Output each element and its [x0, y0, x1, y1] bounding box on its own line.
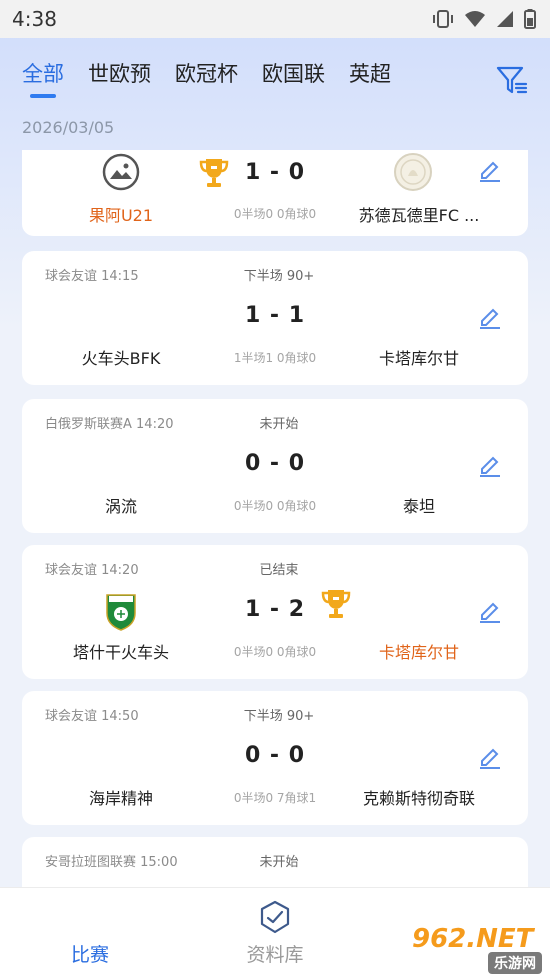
away-team: 苏德瓦德里FC ...: [358, 206, 480, 225]
vibrate-icon: [433, 10, 453, 28]
edit-icon[interactable]: [478, 158, 502, 182]
match-status: 下半场 90+: [243, 269, 315, 284]
nav-matches-label: 比赛: [70, 944, 109, 966]
match-status: 下半场 90+: [243, 709, 315, 724]
club-crest-faded-icon: [394, 153, 432, 191]
halftime-corner-info: 0半场0 0角球0: [233, 645, 317, 659]
halftime-corner-info: 1半场1 0角球0: [233, 351, 317, 365]
match-card[interactable]: 球会友谊 14:20 已结束 1 - 2 塔什干火车头 0半场0 0角球0 卡塔…: [22, 545, 528, 679]
score: 1 - 0: [244, 160, 306, 185]
filter-icon[interactable]: [494, 62, 530, 98]
league-time: 球会友谊 14:15: [45, 269, 139, 284]
score: 0 - 0: [244, 451, 306, 476]
league-time: 白俄罗斯联赛A 14:20: [45, 417, 174, 432]
status-time: 4:38: [12, 7, 57, 31]
tab-premier-league[interactable]: 英超: [349, 58, 391, 88]
tab-all[interactable]: 全部: [22, 58, 64, 98]
home-team: 海岸精神: [88, 789, 153, 808]
away-team: 泰坦: [402, 497, 435, 516]
home-team: 果阿U21: [88, 206, 154, 225]
wifi-icon: [465, 11, 485, 27]
image-placeholder-icon: [102, 153, 140, 191]
match-status: 已结束: [259, 563, 299, 578]
league-tabs: 全部 世欧预 欧冠杯 欧国联 英超: [22, 58, 530, 102]
away-team: 克赖斯特彻奇联: [362, 789, 475, 808]
home-team: 火车头BFK: [81, 349, 161, 368]
match-card[interactable]: 安哥拉班图联赛 15:00 未开始: [22, 837, 528, 887]
nav-library-label: 资料库: [246, 944, 304, 966]
edit-icon[interactable]: [478, 305, 502, 329]
match-status: 未开始: [259, 417, 299, 432]
away-team: 卡塔库尔甘: [378, 643, 459, 662]
match-card[interactable]: 球会友谊 14:15 下半场 90+ 1 - 1 火车头BFK 1半场1 0角球…: [22, 251, 528, 385]
trophy-icon: [321, 590, 351, 618]
away-team: 卡塔库尔甘: [378, 349, 459, 368]
halftime-corner-info: 0半场0 7角球1: [233, 791, 317, 805]
score: 1 - 2: [244, 597, 306, 622]
green-shield-crest-icon: [106, 594, 136, 631]
match-status: 未开始: [259, 855, 299, 870]
score: 0 - 0: [244, 743, 306, 768]
watermark-brand: 962.NET: [412, 924, 534, 954]
home-team: 涡流: [104, 497, 137, 516]
status-icons: [432, 9, 536, 29]
signal-icon: [497, 11, 513, 27]
league-time: 球会友谊 14:50: [45, 709, 139, 724]
match-list[interactable]: 1 - 0 果阿U21 0半场0 0角球0 苏德瓦德里FC ... 球会友谊 1…: [22, 150, 528, 887]
status-bar: 4:38: [0, 0, 550, 38]
watermark-sub: 乐游网: [488, 952, 542, 974]
nav-library[interactable]: 资料库: [185, 888, 365, 977]
edit-icon[interactable]: [478, 453, 502, 477]
league-time: 安哥拉班图联赛 15:00: [45, 855, 178, 870]
match-card[interactable]: 1 - 0 果阿U21 0半场0 0角球0 苏德瓦德里FC ...: [22, 150, 528, 236]
tab-world-cup-qualifiers-europe[interactable]: 世欧预: [88, 58, 151, 88]
league-time: 球会友谊 14:20: [45, 563, 139, 578]
nav-matches[interactable]: 比赛: [0, 888, 180, 977]
match-card[interactable]: 球会友谊 14:50 下半场 90+ 0 - 0 海岸精神 0半场0 7角球1 …: [22, 691, 528, 825]
edit-icon[interactable]: [478, 745, 502, 769]
halftime-corner-info: 0半场0 0角球0: [233, 499, 317, 513]
tab-champions-league[interactable]: 欧冠杯: [175, 58, 238, 88]
edit-icon[interactable]: [478, 599, 502, 623]
score: 1 - 1: [244, 303, 306, 328]
home-team: 塔什干火车头: [72, 643, 169, 662]
halftime-corner-info: 0半场0 0角球0: [233, 207, 317, 221]
watermark-logo: 962.NET 乐游网: [412, 924, 544, 974]
battery-icon: [524, 9, 536, 29]
library-shield-icon: [260, 900, 290, 934]
tab-nations-league[interactable]: 欧国联: [262, 58, 325, 88]
match-card[interactable]: 白俄罗斯联赛A 14:20 未开始 0 - 0 涡流 0半场0 0角球0 泰坦: [22, 399, 528, 533]
date-label: 2026/03/05: [22, 118, 115, 137]
